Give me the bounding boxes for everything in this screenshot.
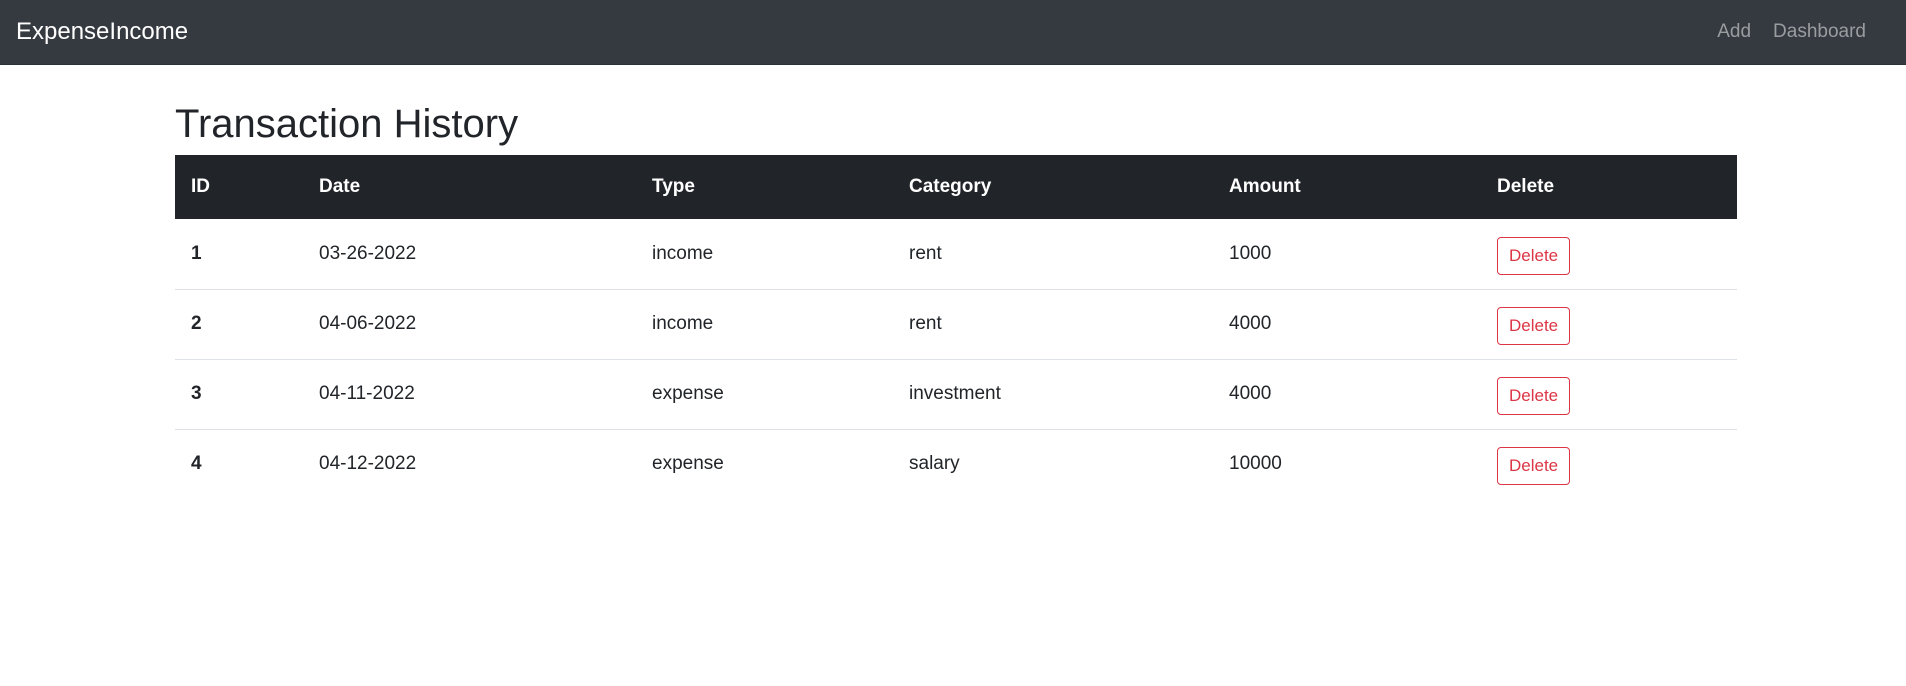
row-amount: 10000 (1229, 453, 1282, 475)
column-header-type: Type (652, 176, 695, 197)
table-row: 3 04-11-2022 expense investment 4000 Del… (175, 359, 1737, 429)
row-delete-cell: Delete (1481, 359, 1737, 429)
table-row: 1 03-26-2022 income rent 1000 Delete (175, 219, 1737, 289)
row-type: expense (652, 383, 724, 404)
row-category: investment (909, 383, 1001, 404)
delete-button[interactable]: Delete (1497, 236, 1571, 275)
nav-link-dashboard[interactable]: Dashboard (1773, 19, 1866, 45)
row-category: rent (909, 242, 942, 264)
row-delete-cell: Delete (1481, 429, 1737, 499)
row-amount: 4000 (1229, 383, 1272, 404)
row-date: 04-06-2022 (319, 313, 417, 334)
column-header-amount: Amount (1229, 176, 1301, 197)
row-category: salary (909, 453, 960, 475)
row-type: income (652, 242, 714, 264)
row-delete-cell: Delete (1481, 289, 1737, 359)
row-type: expense (652, 453, 724, 475)
nav-link-add[interactable]: Add (1717, 19, 1751, 45)
delete-button[interactable]: Delete (1497, 377, 1571, 415)
row-date: 03-26-2022 (319, 242, 417, 264)
row-date: 04-12-2022 (319, 453, 417, 475)
main-content: Transaction History ID Date Type Categor… (175, 65, 1737, 499)
row-amount: 1000 (1229, 242, 1272, 264)
table-header-row: ID Date Type Category Amount Delete (175, 155, 1737, 219)
row-type: income (652, 313, 714, 334)
table-header: ID Date Type Category Amount Delete (175, 155, 1737, 219)
row-id: 4 (191, 453, 202, 475)
row-date: 04-11-2022 (319, 383, 415, 404)
row-id: 1 (191, 242, 202, 264)
column-header-category: Category (909, 176, 992, 197)
row-category: rent (909, 313, 942, 334)
table-body: 1 03-26-2022 income rent 1000 Delete 2 0… (175, 219, 1737, 499)
delete-button[interactable]: Delete (1497, 307, 1571, 345)
page-title: Transaction History (175, 102, 519, 146)
table-row: 2 04-06-2022 income rent 4000 Delete (175, 289, 1737, 359)
nav-links: Add Dashboard (1717, 19, 1866, 45)
top-navbar: ExpenseIncome Add Dashboard (0, 0, 1906, 65)
row-amount: 4000 (1229, 313, 1272, 334)
row-delete-cell: Delete (1481, 219, 1737, 289)
row-id: 3 (191, 383, 202, 404)
row-id: 2 (191, 313, 202, 334)
column-header-date: Date (319, 176, 361, 197)
transactions-table: ID Date Type Category Amount Delete 1 03… (175, 155, 1737, 499)
column-header-id: ID (191, 176, 210, 197)
delete-button[interactable]: Delete (1497, 447, 1571, 486)
brand-link[interactable]: ExpenseIncome (16, 17, 188, 47)
table-row: 4 04-12-2022 expense salary 10000 Delete (175, 429, 1737, 499)
column-header-delete: Delete (1497, 176, 1555, 197)
